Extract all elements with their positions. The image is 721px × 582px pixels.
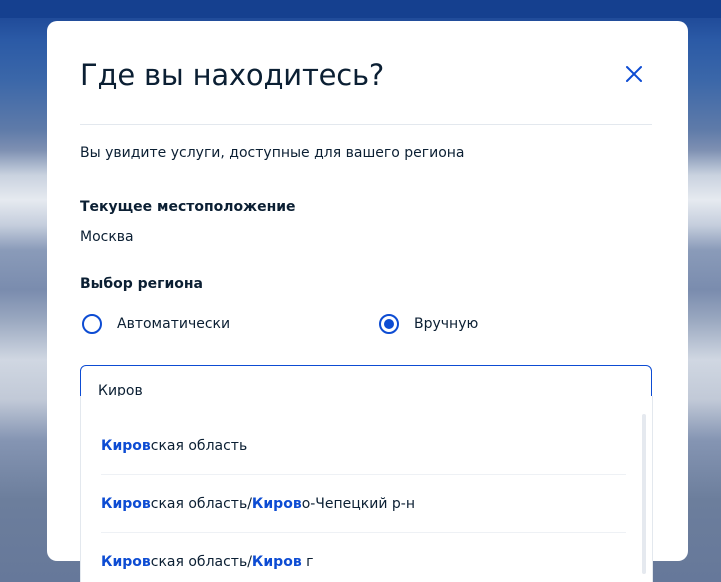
suggestions-dropdown: Кировская область Кировская область/Киро… xyxy=(80,396,653,582)
dropdown-scrollbar[interactable] xyxy=(642,414,646,574)
radio-manual-label: Вручную xyxy=(414,316,479,332)
page-header-blurred xyxy=(0,0,721,18)
radio-automatic[interactable]: Автоматически xyxy=(82,314,230,334)
radio-automatic-label: Автоматически xyxy=(117,316,231,332)
suggestion-match-text: Киров xyxy=(101,438,151,454)
title-divider xyxy=(80,124,652,125)
suggestion-text: г xyxy=(301,554,314,570)
suggestion-text: ская область xyxy=(150,438,248,454)
suggestion-match-text: Киров xyxy=(101,554,151,570)
suggestion-divider xyxy=(101,474,626,475)
suggestion-text: о-Чепецкий р-н xyxy=(301,496,416,512)
radio-button-unchecked[interactable] xyxy=(82,314,102,334)
radio-button-checked[interactable] xyxy=(379,314,399,334)
suggestion-item[interactable]: Кировская область/Киров г xyxy=(101,554,314,570)
modal-title: Где вы находитесь? xyxy=(80,58,385,92)
suggestion-divider xyxy=(101,532,626,533)
suggestion-match-text: Киров xyxy=(101,496,151,512)
suggestion-match-text: Киров xyxy=(251,496,302,512)
current-location-label: Текущее местоположение xyxy=(80,199,296,215)
modal-subtitle: Вы увидите услуги, доступные для вашего … xyxy=(80,145,465,161)
suggestion-text: ская область/ xyxy=(150,554,252,570)
suggestion-text: ская область/ xyxy=(150,496,252,512)
current-location-value: Москва xyxy=(80,229,134,245)
radio-manual[interactable]: Вручную xyxy=(379,314,478,334)
close-icon[interactable] xyxy=(623,63,645,85)
suggestion-item[interactable]: Кировская область/Кирово-Чепецкий р-н xyxy=(101,496,415,512)
suggestion-match-text: Киров xyxy=(251,554,302,570)
suggestion-item[interactable]: Кировская область xyxy=(101,438,247,454)
region-choice-label: Выбор региона xyxy=(80,276,203,292)
